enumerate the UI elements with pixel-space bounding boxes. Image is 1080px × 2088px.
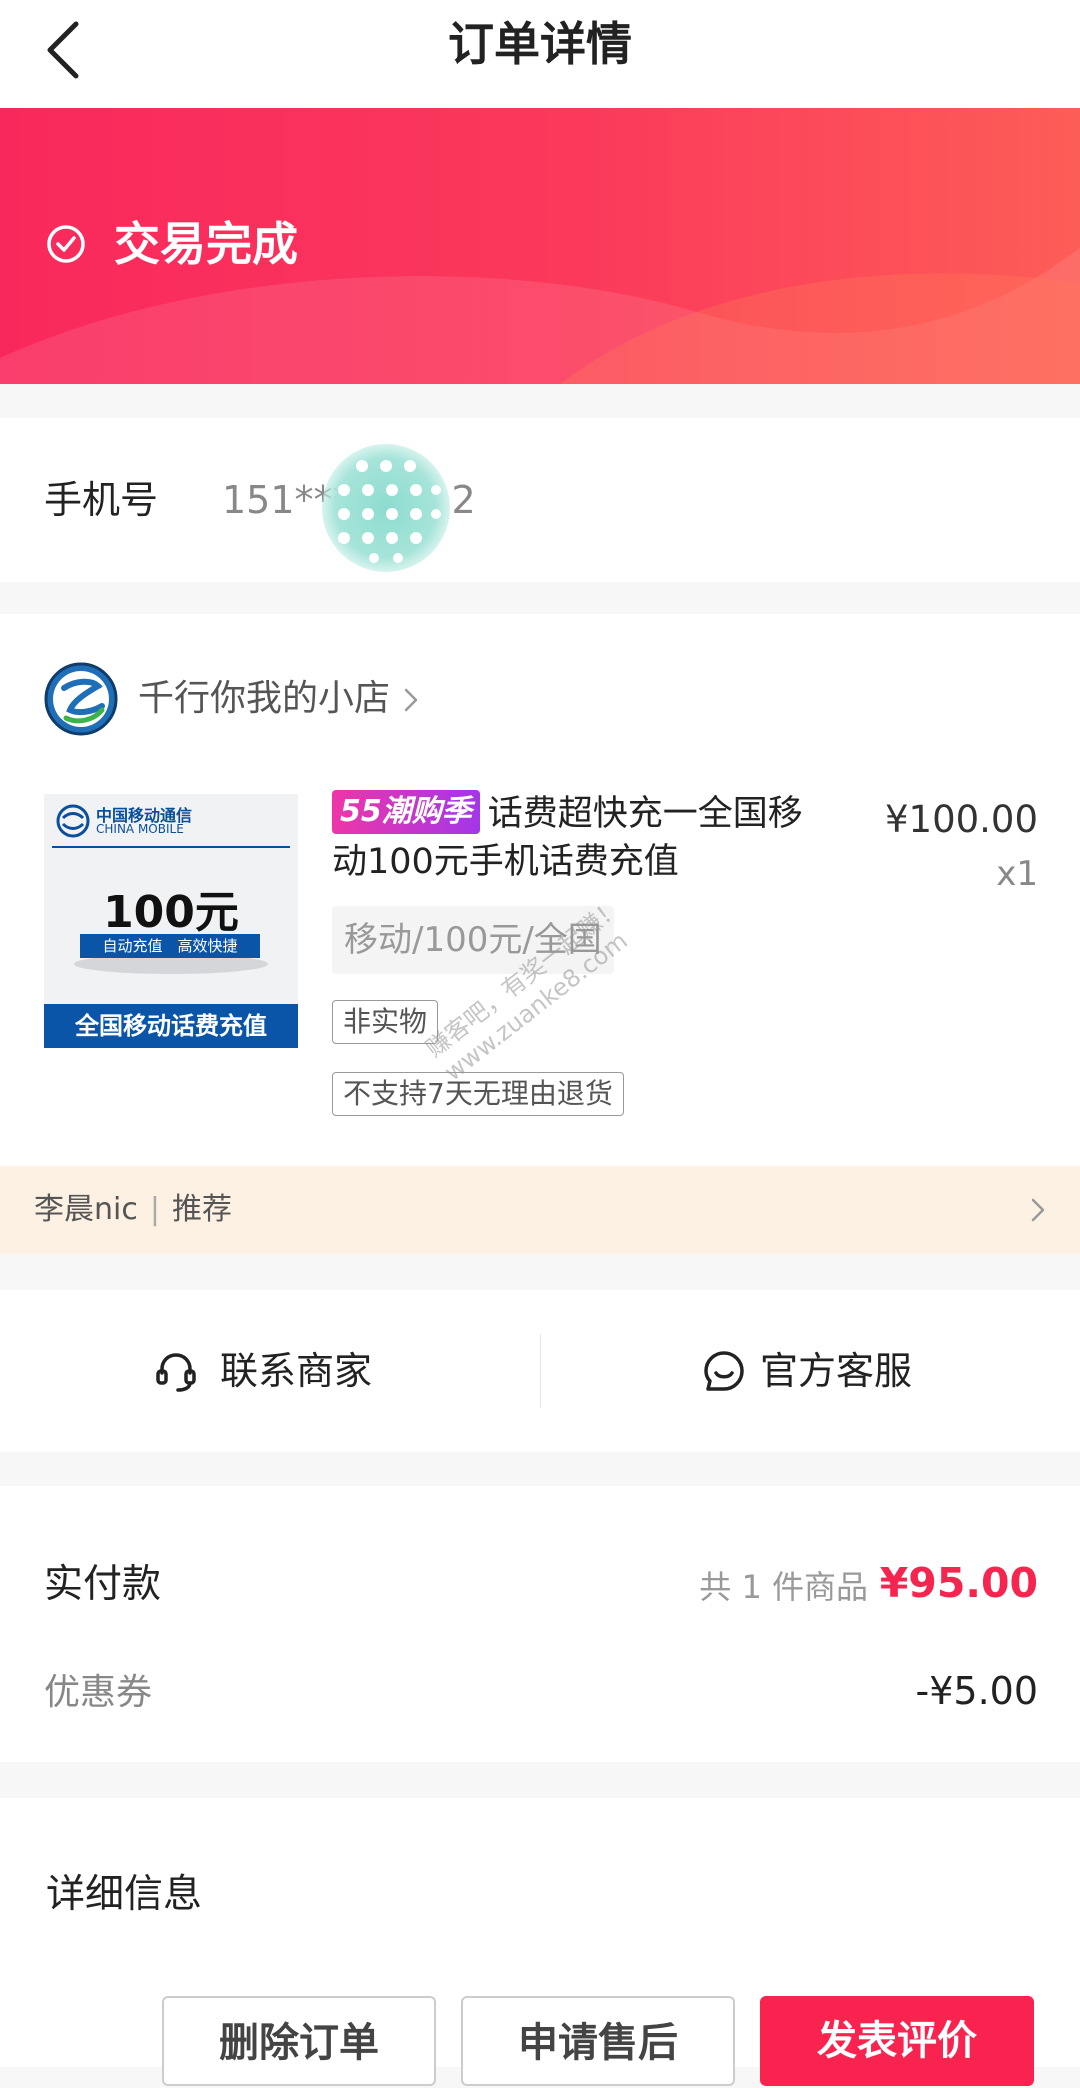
privacy-mosaic	[322, 444, 450, 572]
status-banner: 交易完成	[0, 108, 1080, 384]
china-mobile-logo-icon	[56, 804, 90, 838]
promo-badge: 55潮购季	[332, 790, 480, 834]
paid-amount-label: 实付款	[44, 1562, 162, 1607]
chevron-right-icon	[1031, 1198, 1045, 1222]
paid-amount: ¥95.00	[879, 1559, 1038, 1607]
phone-number-suffix: 2	[451, 478, 476, 522]
shop-name[interactable]: 千行你我的小店	[138, 676, 390, 722]
recommend-bar[interactable]: 李晨nic | 推荐	[0, 1166, 1080, 1254]
product-image-amount: 100元	[103, 887, 239, 938]
item-count: 共 1 件商品	[699, 1568, 868, 1606]
status-text: 交易完成	[114, 217, 298, 271]
recommender-name: 李晨nic	[34, 1192, 138, 1227]
product-quantity: x1	[996, 854, 1038, 894]
product-tag: 非实物	[332, 1000, 439, 1044]
shop-logo-icon[interactable]	[44, 662, 118, 736]
product-image-brand-en: CHINA MOBILE	[96, 822, 184, 836]
product-image-tagline: 自动充值 高效快捷	[80, 934, 260, 958]
product-title[interactable]: 55潮购季 话费超快充一全国移动100元手机话费充值	[332, 790, 832, 886]
recommend-label: 推荐	[171, 1192, 232, 1227]
order-item-card: 千行你我的小店 中国移动通信 CHINA MOBILE 100元 自动充值 高效…	[0, 614, 1080, 1166]
apply-aftersale-button[interactable]: 申请售后	[461, 1996, 735, 2086]
write-review-button[interactable]: 发表评价	[760, 1996, 1034, 2086]
recommend-separator: |	[149, 1192, 160, 1227]
bottom-action-bar: 删除订单 申请售后 发表评价	[0, 1968, 1080, 2086]
product-image-caption: 全国移动话费充值	[44, 1004, 298, 1048]
smile-chat-icon	[704, 1351, 744, 1391]
details-card: 详细信息	[0, 1798, 1080, 1968]
coupon-label: 优惠券	[44, 1672, 153, 1713]
contact-card: 联系商家 官方客服	[0, 1290, 1080, 1452]
recommend-text: 李晨nic | 推荐	[34, 1166, 232, 1254]
headset-icon	[156, 1353, 196, 1392]
payment-card: 实付款 共 1 件商品 ¥95.00 优惠券 -¥5.00	[0, 1486, 1080, 1762]
details-title: 详细信息	[46, 1872, 203, 1917]
product-image-divider	[52, 846, 290, 848]
product-price: ¥100.00	[884, 798, 1038, 841]
coupon-amount: -¥5.00	[915, 1669, 1039, 1713]
chevron-right-icon	[404, 688, 418, 712]
check-circle-icon	[47, 225, 85, 263]
top-bar: 订单详情	[0, 0, 1080, 108]
phone-card: 手机号 151*** 2	[0, 418, 1080, 582]
official-service-label: 官方客服	[760, 1349, 913, 1393]
contact-merchant-label: 联系商家	[220, 1349, 373, 1393]
phone-label: 手机号	[44, 478, 159, 522]
official-service-button[interactable]: 官方客服	[540, 1290, 1080, 1452]
product-tag: 不支持7天无理由退货	[332, 1072, 624, 1116]
page-title: 订单详情	[448, 17, 632, 71]
contact-merchant-button[interactable]: 联系商家	[0, 1290, 540, 1452]
delete-order-button[interactable]: 删除订单	[162, 1996, 436, 2086]
product-image[interactable]: 中国移动通信 CHINA MOBILE 100元 自动充值 高效快捷 全国移动话…	[44, 794, 298, 1048]
product-spec: 移动/100元/全国	[332, 906, 614, 974]
